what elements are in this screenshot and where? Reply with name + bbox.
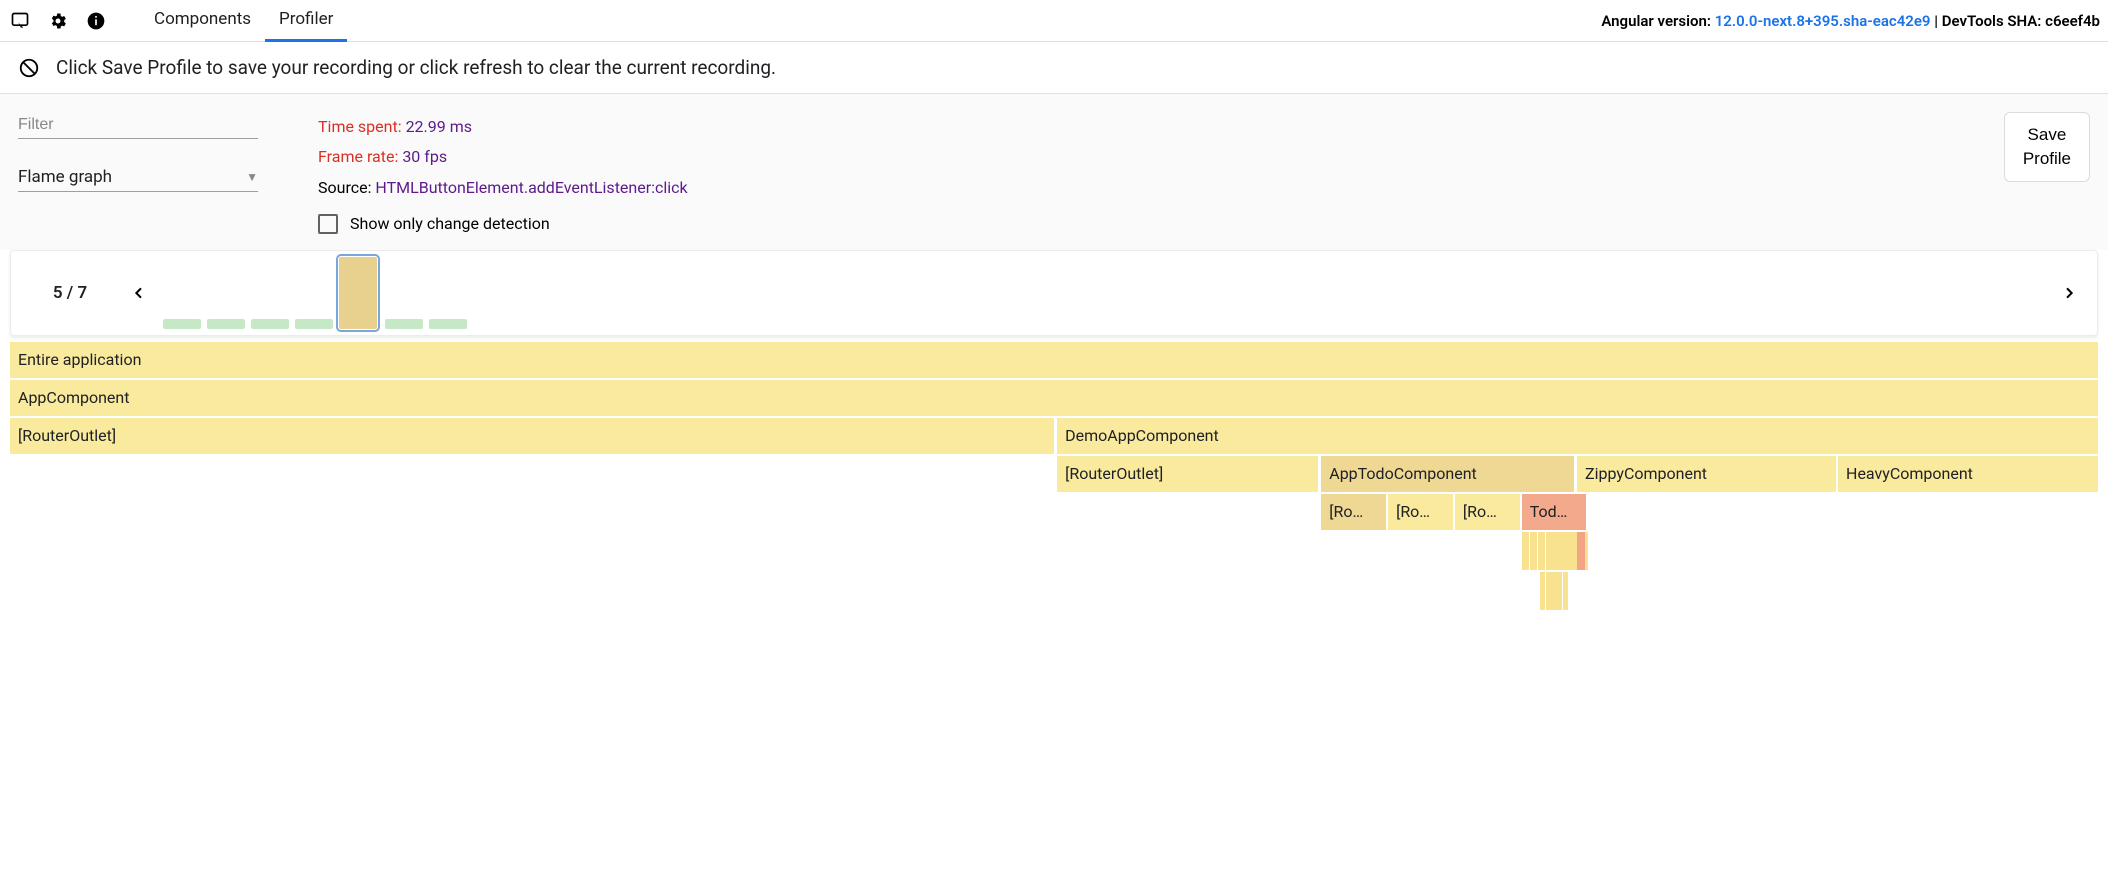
- flame-cell[interactable]: AppTodoComponent: [1321, 456, 1574, 492]
- flame-micro-cell[interactable]: [1563, 572, 1568, 610]
- flame-row: [Ro…[Ro…[Ro…Tod…: [10, 494, 2098, 530]
- tabs: Components Profiler: [140, 0, 347, 42]
- flame-cell[interactable]: [RouterOutlet]: [1057, 456, 1318, 492]
- flame-micro-cell[interactable]: [1585, 532, 1588, 570]
- info-bar: Click Save Profile to save your recordin…: [0, 42, 2108, 94]
- controls-row: Flame graph ▼ Time spent: 22.99 ms Frame…: [0, 94, 2108, 250]
- flame-cell[interactable]: [Ro…: [1455, 494, 1520, 530]
- tab-profiler[interactable]: Profiler: [265, 0, 347, 42]
- no-entry-icon[interactable]: [18, 57, 40, 79]
- save-profile-button[interactable]: Save Profile: [2004, 112, 2090, 182]
- frames-counter: 5 / 7: [25, 283, 115, 303]
- flame-micro-cell[interactable]: [1538, 532, 1545, 570]
- version-info: Angular version: 12.0.0-next.8+395.sha-e…: [1601, 12, 2100, 30]
- rate-value: 30 fps: [402, 147, 447, 166]
- filter-input[interactable]: [18, 112, 258, 139]
- frames-panel: 5 / 7: [10, 250, 2098, 336]
- flame-cell[interactable]: ZippyComponent: [1577, 456, 1836, 492]
- flame-graph: Entire applicationAppComponent[RouterOut…: [0, 342, 2108, 610]
- info-icon[interactable]: [84, 9, 108, 33]
- version-label: Angular version:: [1601, 12, 1714, 30]
- flame-cell[interactable]: Tod…: [1522, 494, 1587, 530]
- flame-cell[interactable]: AppComponent: [10, 380, 2098, 416]
- flame-row: [RouterOutlet]AppTodoComponentZippyCompo…: [10, 456, 2098, 492]
- frames-bars[interactable]: [163, 255, 2045, 331]
- sha-label: DevTools SHA:: [1942, 12, 2045, 30]
- flame-row: AppComponent: [10, 380, 2098, 416]
- change-detection-label: Show only change detection: [350, 209, 550, 239]
- flame-micro-cell[interactable]: [1540, 572, 1545, 610]
- flame-cell[interactable]: DemoAppComponent: [1057, 418, 2098, 454]
- chevron-down-icon: ▼: [246, 170, 258, 184]
- flame-cell[interactable]: HeavyComponent: [1838, 456, 2098, 492]
- info-text: Click Save Profile to save your recordin…: [56, 56, 776, 79]
- prev-frame-button[interactable]: [125, 279, 153, 307]
- toolbar-left: Components Profiler: [8, 0, 347, 42]
- source-label: Source:: [318, 178, 375, 197]
- view-select-label: Flame graph: [18, 167, 112, 187]
- flame-micro-cell[interactable]: [1546, 532, 1553, 570]
- flame-row: [RouterOutlet]DemoAppComponent: [10, 418, 2098, 454]
- flame-micro-row: [10, 532, 2098, 570]
- flame-micro-cell[interactable]: [1557, 572, 1562, 610]
- flame-micro-cell[interactable]: [1530, 532, 1537, 570]
- source-value: HTMLButtonElement.addEventListener:click: [375, 178, 687, 197]
- flame-micro-cell[interactable]: [1546, 572, 1551, 610]
- flame-micro-cell[interactable]: [1569, 532, 1576, 570]
- frame-bar[interactable]: [207, 319, 245, 329]
- tab-components[interactable]: Components: [140, 0, 265, 42]
- view-select[interactable]: Flame graph ▼: [18, 167, 258, 192]
- flame-row: Entire application: [10, 342, 2098, 378]
- rate-label: Frame rate:: [318, 147, 402, 166]
- version-value: 12.0.0-next.8+395.sha-eac42e9: [1715, 12, 1931, 30]
- flame-micro-cell[interactable]: [1561, 532, 1568, 570]
- time-label: Time spent:: [318, 117, 406, 136]
- separator: |: [1931, 12, 1942, 30]
- frame-bar[interactable]: [251, 319, 289, 329]
- flame-micro-cell[interactable]: [1522, 532, 1529, 570]
- flame-micro-row: [10, 572, 2098, 610]
- frame-bar[interactable]: [429, 319, 467, 329]
- toolbar: Components Profiler Angular version: 12.…: [0, 0, 2108, 42]
- frame-bar[interactable]: [385, 319, 423, 329]
- metrics: Time spent: 22.99 ms Frame rate: 30 fps …: [318, 112, 688, 240]
- frame-bar[interactable]: [163, 319, 201, 329]
- flame-cell[interactable]: Entire application: [10, 342, 2098, 378]
- inspect-icon[interactable]: [8, 9, 32, 33]
- flame-cell[interactable]: [Ro…: [1321, 494, 1386, 530]
- time-value: 22.99 ms: [406, 117, 472, 136]
- left-controls: Flame graph ▼: [18, 112, 258, 192]
- frame-bar[interactable]: [295, 319, 333, 329]
- change-detection-checkbox[interactable]: [318, 214, 338, 234]
- gear-icon[interactable]: [46, 9, 70, 33]
- flame-cell[interactable]: [Ro…: [1388, 494, 1453, 530]
- frame-bar[interactable]: [339, 257, 377, 329]
- flame-cell[interactable]: [RouterOutlet]: [10, 418, 1054, 454]
- sha-value: c6eef4b: [2045, 12, 2100, 30]
- flame-micro-cell[interactable]: [1577, 532, 1584, 570]
- flame-micro-cell[interactable]: [1551, 572, 1556, 610]
- flame-micro-cell[interactable]: [1553, 532, 1560, 570]
- next-frame-button[interactable]: [2055, 279, 2083, 307]
